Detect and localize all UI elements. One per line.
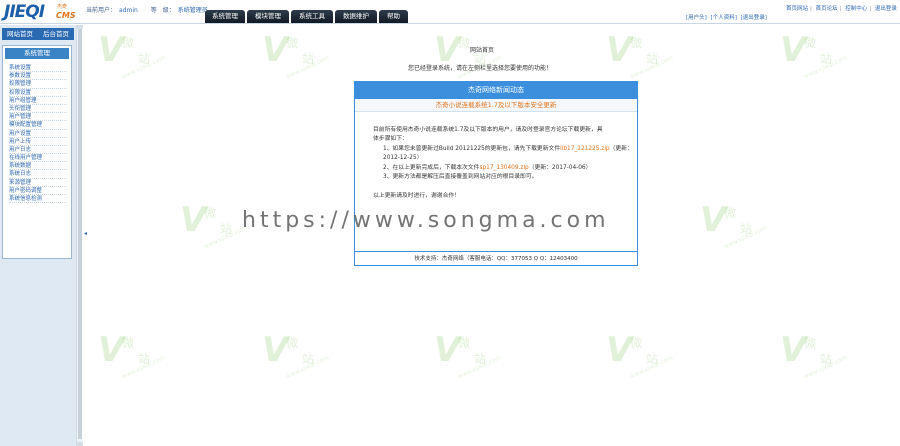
link-control-center[interactable]: 控制中心 bbox=[845, 6, 867, 12]
sidebar-item[interactable]: 用户管理 bbox=[9, 113, 67, 122]
tab-system-management[interactable]: 系统管理 bbox=[205, 10, 245, 23]
sidebar-item[interactable]: 系统设置 bbox=[9, 64, 67, 73]
sidebar-item[interactable]: 用户上传 bbox=[9, 138, 67, 146]
download-link-2[interactable]: sp17_130409.zip bbox=[479, 165, 528, 171]
news-warning[interactable]: 杰奇小说连载系统1.7及以下版本安全更新 bbox=[355, 99, 637, 112]
link-forum-home[interactable]: 首页论坛 bbox=[816, 6, 838, 12]
news-line: 以上更新请及时进行，谢谢合作！ bbox=[373, 193, 460, 200]
news-panel-header: 杰奇网络新闻动态 bbox=[355, 82, 637, 99]
scroll-down-arrow-icon[interactable] bbox=[77, 442, 83, 446]
role-label: 等 级： bbox=[150, 7, 175, 14]
sidebar-item[interactable]: 系统信息检测 bbox=[9, 195, 67, 204]
news-line: 1、如果您未曾更新过Build 20121225的更新包，请先下载更新文件lib… bbox=[383, 145, 633, 152]
collapse-sidebar-icon[interactable]: ◂ bbox=[84, 230, 87, 237]
sidebar-item[interactable]: 用户设置 bbox=[9, 130, 67, 138]
site-links: 首页网站 | 首页论坛 | 控制中心 | 退出登录 bbox=[786, 6, 897, 12]
link-logout[interactable]: [退出登录] bbox=[741, 15, 767, 21]
news-line: 3、更新方法都是解压后直接覆盖到网站对应的根目录即可。 bbox=[383, 174, 538, 181]
link-logout-right[interactable]: 退出登录 bbox=[875, 6, 897, 12]
sidebar-head: 网站首页 后台首页 bbox=[2, 28, 74, 40]
top-header: JIEQI 杰奇 CMS 当前用户： admin 等 级： 系统管理员 系统管理 模… bbox=[0, 0, 900, 24]
sidebar-item[interactable]: 用户组管理 bbox=[9, 97, 67, 105]
news-line: 体步骤如下： bbox=[373, 136, 408, 143]
sidebar-panel-title[interactable]: 系统管理 bbox=[5, 48, 69, 59]
account-links: [用户头] [个人资料] [退出登录] bbox=[686, 13, 769, 21]
sidebar-item[interactable]: 权限管理 bbox=[9, 80, 67, 89]
tab-help[interactable]: 帮助 bbox=[379, 10, 408, 23]
role-value: 系统管理员 bbox=[177, 7, 208, 14]
tab-data-maintenance[interactable]: 数据维护 bbox=[335, 10, 377, 23]
app-root: V 微站 www.vjieqi.com V 微站 www.vjieqi.com V微站w… bbox=[0, 0, 900, 446]
sidebar-scrollbar[interactable] bbox=[76, 25, 83, 446]
news-line: 2012-12-25） bbox=[383, 155, 423, 162]
sidebar-item[interactable]: 用户日志 bbox=[9, 146, 67, 155]
link-site-home[interactable]: 首页网站 bbox=[786, 6, 808, 12]
sidebar: 网站首页 后台首页 系统管理 系统设置 参数设置 权限管理 权限设置 用户组管理… bbox=[0, 25, 80, 446]
download-link-1[interactable]: lib17_121225.zip bbox=[560, 146, 609, 152]
link-profile[interactable]: [个人资料] bbox=[711, 15, 737, 21]
news-line: 2、在以上更新完成后，下载本次文件sp17_130409.zip（更新：2017… bbox=[383, 164, 592, 171]
news-body: 目前所有使用杰奇小说连载系统1.7及以下版本的用户，请及时登录官方论坛下载更新，… bbox=[355, 112, 637, 202]
sidebar-link-site-home[interactable]: 网站首页 bbox=[7, 28, 33, 40]
main-content: 网站首页 您已经登录系统，请在左侧栏里选择您要使用的功能！ 杰奇网络新闻动态 杰… bbox=[90, 25, 900, 446]
sidebar-item[interactable]: 用户密码调整 bbox=[9, 187, 67, 195]
news-line: 目前所有使用杰奇小说连载系统1.7及以下版本的用户，请及时登录官方论坛下载更新，… bbox=[373, 127, 603, 133]
page-subtitle: 您已经登录系统，请在左侧栏里选择您要使用的功能！ bbox=[408, 65, 553, 72]
sidebar-item[interactable]: 系统日志 bbox=[9, 170, 67, 179]
link-avatar[interactable]: [用户头] bbox=[686, 15, 707, 21]
sidebar-item[interactable]: 系统数据 bbox=[9, 162, 67, 171]
user-label: 当前用户： bbox=[86, 7, 117, 14]
page-title: 网站首页 bbox=[470, 47, 495, 54]
sidebar-item[interactable]: 参数设置 bbox=[9, 72, 67, 81]
news-footer: 技术支持：杰奇网络（客服电话：QQ：377053 Q Q：12403400 bbox=[355, 251, 637, 265]
user-value: admin bbox=[119, 7, 138, 14]
scrollbar-thumb[interactable] bbox=[78, 29, 82, 439]
sidebar-item[interactable]: 来源管理 bbox=[9, 179, 67, 187]
sidebar-link-admin-home[interactable]: 后台首页 bbox=[43, 28, 69, 40]
main-nav-tabs: 系统管理 模块管理 系统工具 数据维护 帮助 bbox=[205, 10, 408, 23]
jieqi-logo[interactable]: JIEQI 杰奇 CMS bbox=[4, 2, 78, 22]
sidebar-item[interactable]: 头衔管理 bbox=[9, 105, 67, 114]
sidebar-item[interactable]: 模块配置管理 bbox=[9, 121, 67, 130]
sidebar-menu: 系统设置 参数设置 权限管理 权限设置 用户组管理 头衔管理 用户管理 模块配置… bbox=[3, 61, 71, 204]
tab-system-tools[interactable]: 系统工具 bbox=[291, 10, 333, 23]
sidebar-item[interactable]: 在线用户管理 bbox=[9, 154, 67, 163]
sidebar-item[interactable]: 权限设置 bbox=[9, 89, 67, 97]
tab-module-management[interactable]: 模块管理 bbox=[247, 10, 289, 23]
sidebar-panel: 系统管理 系统设置 参数设置 权限管理 权限设置 用户组管理 头衔管理 用户管理… bbox=[2, 45, 72, 259]
news-panel: 杰奇网络新闻动态 杰奇小说连载系统1.7及以下版本安全更新 目前所有使用杰奇小说… bbox=[354, 81, 638, 266]
user-info: 当前用户： admin 等 级： 系统管理员 bbox=[86, 5, 211, 14]
